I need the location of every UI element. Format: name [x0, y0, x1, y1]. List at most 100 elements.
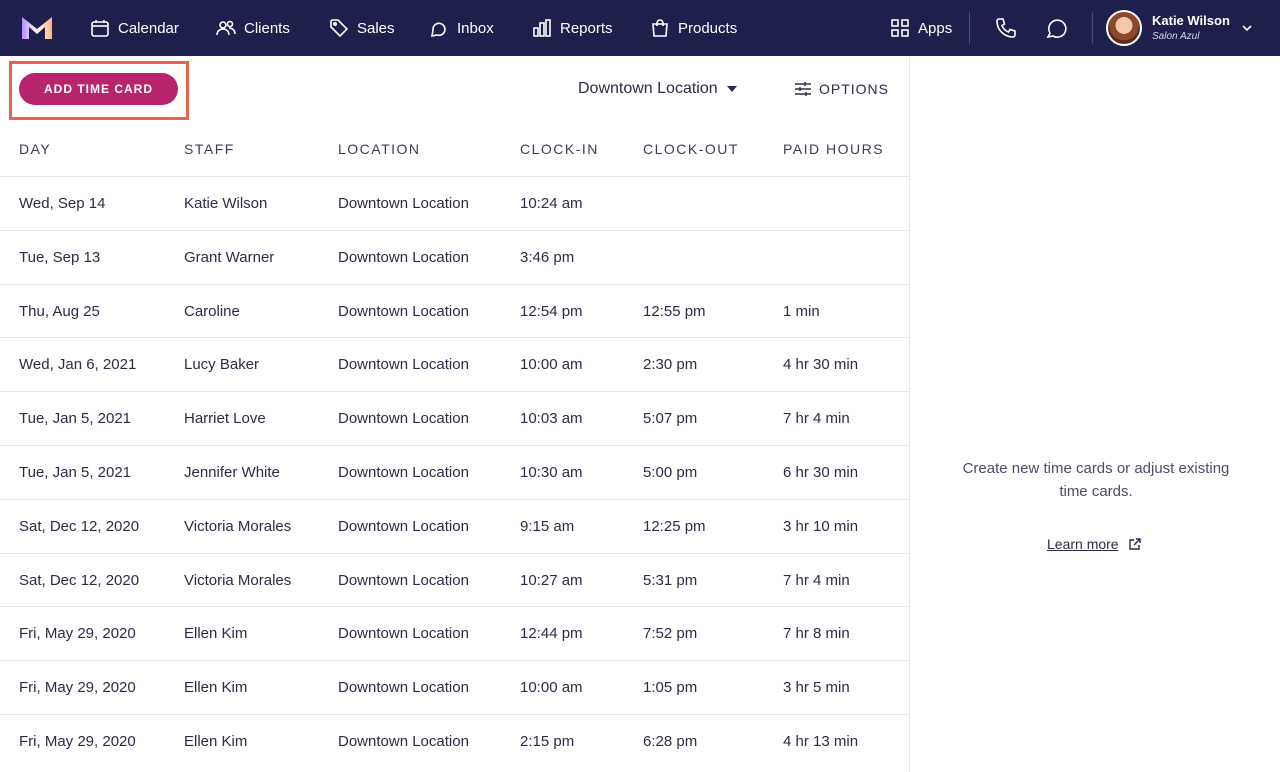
cell-clock-in: 3:46 pm [520, 248, 575, 266]
table-header: DAY STAFF LOCATION CLOCK-IN CLOCK-OUT PA… [0, 131, 909, 177]
cell-staff: Ellen Kim [184, 679, 248, 697]
learn-more-link[interactable]: Learn more [1047, 536, 1142, 552]
table-row[interactable]: Tue, Jan 5, 2021 Jennifer White Downtown… [0, 446, 909, 500]
cell-clock-in: 10:30 am [520, 463, 583, 481]
nav-apps[interactable]: Apps [890, 0, 952, 56]
cell-paid-hours: 3 hr 10 min [783, 517, 859, 535]
cell-day: Sat, Dec 12, 2020 [19, 517, 140, 535]
user-business: Salon Azul [1152, 31, 1200, 42]
cell-staff: Jennifer White [184, 463, 280, 481]
learn-more-label: Learn more [1047, 536, 1119, 552]
time-cards-panel: ADD TIME CARD Downtown Location OPTIONS … [0, 56, 910, 772]
header-staff[interactable]: STAFF [184, 141, 235, 157]
nav-divider [1092, 12, 1093, 44]
tag-icon [330, 19, 349, 38]
avatar[interactable] [1106, 10, 1142, 46]
cell-paid-hours: 4 hr 30 min [783, 356, 859, 374]
location-dropdown-value: Downtown Location [578, 80, 718, 97]
cell-location: Downtown Location [338, 625, 469, 643]
header-clock-in[interactable]: CLOCK-IN [520, 141, 599, 157]
cell-clock-in: 10:00 am [520, 679, 583, 697]
cell-paid-hours: 1 min [783, 302, 820, 320]
header-day[interactable]: DAY [19, 141, 51, 157]
cell-clock-out: 1:05 pm [643, 679, 698, 697]
table-body: Wed, Sep 14 Katie Wilson Downtown Locati… [0, 177, 909, 769]
cell-location: Downtown Location [338, 732, 469, 750]
cell-location: Downtown Location [338, 195, 469, 212]
cell-staff: Caroline [184, 302, 240, 320]
cell-paid-hours: 7 hr 4 min [783, 410, 850, 428]
table-row[interactable]: Wed, Jan 6, 2021 Lucy Baker Downtown Loc… [0, 338, 909, 393]
top-nav: Calendar Clients Sales Inbox Reports Pro… [0, 0, 1280, 56]
table-row[interactable]: Thu, Aug 25 Caroline Downtown Location 1… [0, 285, 909, 339]
table-row[interactable]: Sat, Dec 12, 2020 Victoria Morales Downt… [0, 500, 909, 554]
nav-sales[interactable]: Sales [329, 0, 395, 56]
cell-clock-out: 5:00 pm [643, 463, 698, 481]
user-name[interactable]: Katie Wilson [1152, 13, 1230, 28]
cell-location: Downtown Location [338, 571, 469, 589]
table-row[interactable]: Wed, Sep 14 Katie Wilson Downtown Locati… [0, 177, 909, 231]
cell-location: Downtown Location [338, 679, 469, 697]
clients-icon [216, 20, 236, 36]
cell-location: Downtown Location [338, 410, 469, 428]
nav-clients-label: Clients [244, 19, 290, 37]
cell-day: Wed, Sep 14 [19, 195, 106, 212]
cell-clock-out: 5:31 pm [643, 571, 698, 589]
table-row[interactable]: Tue, Sep 13 Grant Warner Downtown Locati… [0, 231, 909, 285]
header-paid-hours[interactable]: PAID HOURS [783, 141, 884, 157]
cell-day: Tue, Jan 5, 2021 [19, 463, 132, 481]
nav-calendar[interactable]: Calendar [90, 0, 179, 56]
nav-reports[interactable]: Reports [532, 0, 613, 56]
cell-clock-in: 10:24 am [520, 195, 583, 212]
table-row[interactable]: Tue, Jan 5, 2021 Harriet Love Downtown L… [0, 392, 909, 446]
inbox-icon [431, 22, 446, 38]
caret-down-icon [726, 86, 737, 92]
cell-day: Tue, Sep 13 [19, 248, 101, 266]
nav-divider [969, 12, 970, 44]
cell-clock-out: 5:07 pm [643, 410, 698, 428]
table-row[interactable]: Fri, May 29, 2020 Ellen Kim Downtown Loc… [0, 661, 909, 715]
cell-clock-out: 2:30 pm [643, 356, 698, 374]
nav-inbox-label: Inbox [457, 19, 494, 37]
phone-icon[interactable] [994, 16, 1018, 40]
cell-clock-out: 7:52 pm [643, 625, 698, 643]
nav-calendar-label: Calendar [118, 19, 179, 37]
options-button[interactable]: OPTIONS [794, 78, 889, 100]
cell-clock-in: 12:54 pm [520, 302, 583, 320]
header-location[interactable]: LOCATION [338, 141, 421, 157]
reports-icon [533, 19, 551, 37]
chevron-down-icon[interactable] [1240, 21, 1254, 35]
table-row[interactable]: Fri, May 29, 2020 Ellen Kim Downtown Loc… [0, 607, 909, 662]
cell-day: Fri, May 29, 2020 [19, 732, 136, 750]
cell-staff: Grant Warner [184, 248, 275, 266]
bag-icon [652, 19, 668, 37]
cell-clock-in: 10:03 am [520, 410, 583, 428]
cell-location: Downtown Location [338, 248, 469, 266]
table-row[interactable]: Fri, May 29, 2020 Ellen Kim Downtown Loc… [0, 715, 909, 769]
table-row[interactable]: Sat, Dec 12, 2020 Victoria Morales Downt… [0, 554, 909, 608]
cell-day: Thu, Aug 25 [19, 302, 100, 320]
nav-products[interactable]: Products [650, 0, 737, 56]
cell-location: Downtown Location [338, 463, 469, 481]
location-dropdown[interactable]: Downtown Location [578, 78, 737, 100]
nav-clients[interactable]: Clients [216, 0, 290, 56]
header-clock-out[interactable]: CLOCK-OUT [643, 141, 739, 157]
cell-paid-hours: 6 hr 30 min [783, 463, 859, 481]
cell-clock-in: 10:27 am [520, 571, 583, 589]
add-time-card-button[interactable]: ADD TIME CARD [19, 73, 178, 105]
chat-icon[interactable] [1045, 16, 1069, 40]
app-logo-icon[interactable] [22, 17, 52, 39]
nav-inbox[interactable]: Inbox [429, 0, 494, 56]
cell-clock-in: 10:00 am [520, 356, 583, 374]
cell-staff: Ellen Kim [184, 732, 248, 750]
cell-location: Downtown Location [338, 302, 469, 320]
cell-clock-in: 9:15 am [520, 517, 575, 535]
cell-paid-hours: 3 hr 5 min [783, 679, 850, 697]
cell-staff: Ellen Kim [184, 625, 248, 643]
cell-clock-out: 12:25 pm [643, 517, 706, 535]
cell-location: Downtown Location [338, 517, 469, 535]
cell-clock-out: 12:55 pm [643, 302, 706, 320]
cell-paid-hours: 7 hr 4 min [783, 571, 850, 589]
nav-sales-label: Sales [357, 19, 395, 37]
calendar-icon [91, 20, 109, 37]
